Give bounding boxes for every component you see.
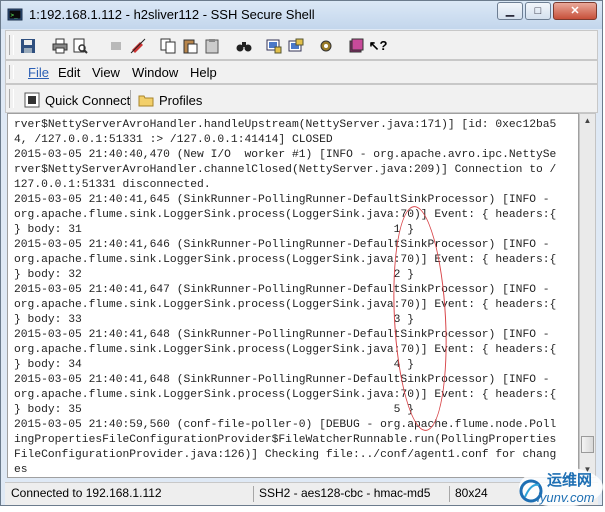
status-separator bbox=[449, 486, 450, 502]
watermark-text-url: iyunv.com bbox=[537, 490, 595, 505]
scroll-up-arrow[interactable]: ▲ bbox=[581, 114, 594, 128]
terminal-line: 2015-03-05 21:40:59,560 (conf-file-polle… bbox=[14, 419, 557, 431]
terminal-line: ingPropertiesFileConfigurationProvider$F… bbox=[14, 434, 557, 446]
quick-connect-label: Quick Connect bbox=[45, 92, 131, 108]
vertical-scrollbar[interactable]: ▲ ▼ bbox=[579, 113, 596, 478]
menu-window[interactable]: Window bbox=[132, 65, 178, 80]
terminal-line: org.apache.flume.sink.LoggerSink.process… bbox=[14, 344, 557, 356]
status-bar: Connected to 192.168.1.112 SSH2 - aes128… bbox=[5, 482, 598, 505]
terminal-line: 2015-03-05 21:40:41,648 (SinkRunner-Poll… bbox=[14, 329, 550, 341]
disconnect-icon[interactable] bbox=[106, 36, 126, 56]
terminal-line: 2015-03-05 21:40:41,648 (SinkRunner-Poll… bbox=[14, 374, 550, 386]
svg-text:>_: >_ bbox=[11, 12, 19, 19]
watermark-text-cn: 运维网 bbox=[547, 472, 593, 489]
terminal-line: 2015-03-05 21:40:41,645 (SinkRunner-Poll… bbox=[14, 194, 550, 206]
terminal-line: } body: 32 2 } bbox=[14, 269, 414, 281]
terminal-line: 2015-03-05 21:40:40,470 (New I/O worker … bbox=[14, 149, 557, 161]
terminal-line: org.apache.flume.sink.LoggerSink.process… bbox=[14, 389, 557, 401]
close-button[interactable]: ✕ bbox=[553, 2, 597, 20]
terminal-line: } body: 31 1 } bbox=[14, 224, 414, 236]
clipboard-icon[interactable] bbox=[202, 36, 222, 56]
terminal-line: } body: 34 4 } bbox=[14, 359, 414, 371]
terminal-line: 2015-03-05 21:40:41,647 (SinkRunner-Poll… bbox=[14, 284, 550, 296]
menu-grip[interactable] bbox=[9, 65, 14, 79]
terminal-line: es bbox=[14, 464, 28, 476]
maximize-button[interactable]: □ bbox=[525, 2, 551, 20]
folder-icon bbox=[138, 95, 154, 107]
status-separator bbox=[253, 486, 254, 502]
window-title: 1:192.168.1.112 - h2sliver112 - SSH Secu… bbox=[29, 7, 315, 22]
watermark-logo: 运维网 iyunv.com bbox=[517, 463, 605, 509]
terminal-view[interactable]: rver$NettyServerAvroHandler.handleUpstre… bbox=[7, 113, 579, 478]
quick-connect-icon bbox=[24, 92, 40, 108]
reconnect-icon[interactable] bbox=[128, 36, 148, 56]
quick-connect-bar: Quick Connect Profiles bbox=[5, 84, 598, 113]
terminal-line: 4, /127.0.0.1:51331 :> /127.0.0.1:41414]… bbox=[14, 134, 333, 146]
quick-connect-button[interactable]: Quick Connect bbox=[24, 89, 130, 111]
terminal-line: org.apache.flume.sink.LoggerSink.process… bbox=[14, 254, 557, 266]
title-bar[interactable]: >_ 1:192.168.1.112 - h2sliver112 - SSH S… bbox=[1, 1, 602, 29]
terminal-line: } body: 33 3 } bbox=[14, 314, 414, 326]
encryption-status: SSH2 - aes128-cbc - hmac-md5 bbox=[259, 486, 431, 500]
menu-edit[interactable]: Edit bbox=[58, 65, 80, 80]
terminal-line: org.apache.flume.sink.LoggerSink.process… bbox=[14, 299, 557, 311]
print-preview-icon[interactable] bbox=[70, 36, 90, 56]
find-icon[interactable] bbox=[234, 36, 254, 56]
ssh-client-window: >_ 1:192.168.1.112 - h2sliver112 - SSH S… bbox=[0, 0, 605, 509]
terminal-line: } body: 35 5 } bbox=[14, 404, 414, 416]
terminal-app-icon: >_ bbox=[7, 8, 23, 21]
paste-icon[interactable] bbox=[180, 36, 200, 56]
menu-help[interactable]: Help bbox=[190, 65, 217, 80]
minimize-button[interactable]: ▁ bbox=[497, 2, 523, 20]
terminal-line: org.apache.flume.sink.LoggerSink.process… bbox=[14, 209, 557, 221]
terminal-line: 127.0.0.1:51331 disconnected. bbox=[14, 179, 211, 191]
terminal-line: 2015-03-05 21:40:41,646 (SinkRunner-Poll… bbox=[14, 239, 550, 251]
terminal-size-status: 80x24 bbox=[455, 486, 488, 500]
terminal-line: rver$NettyServerAvroHandler.channelClose… bbox=[14, 164, 557, 176]
menu-file[interactable]: File bbox=[28, 65, 49, 80]
save-icon[interactable] bbox=[18, 36, 38, 56]
terminal-line: rver$NettyServerAvroHandler.handleUpstre… bbox=[14, 119, 557, 131]
file-transfer-icon[interactable] bbox=[264, 36, 284, 56]
profiles-button[interactable]: Profiles bbox=[138, 89, 202, 111]
menu-bar: File Edit View Window Help bbox=[5, 60, 598, 84]
copy-icon[interactable] bbox=[158, 36, 178, 56]
connection-status: Connected to 192.168.1.112 bbox=[11, 486, 162, 500]
print-icon[interactable] bbox=[50, 36, 70, 56]
quickbar-grip[interactable] bbox=[9, 89, 14, 108]
menu-view[interactable]: View bbox=[92, 65, 120, 80]
quickbar-separator bbox=[130, 90, 131, 110]
scroll-thumb[interactable] bbox=[581, 436, 594, 453]
profiles-label: Profiles bbox=[159, 92, 203, 108]
help-icon[interactable] bbox=[346, 36, 366, 56]
terminal-line: FileConfigurationProvider.java:126)] Che… bbox=[14, 449, 557, 461]
context-help-icon[interactable]: ↖? bbox=[368, 36, 388, 56]
toolbar-grip[interactable] bbox=[9, 35, 14, 55]
terminal-output: rver$NettyServerAvroHandler.handleUpstre… bbox=[14, 118, 557, 477]
main-toolbar: ↖? bbox=[5, 30, 598, 60]
settings-icon[interactable] bbox=[316, 36, 336, 56]
new-window-icon[interactable] bbox=[286, 36, 306, 56]
